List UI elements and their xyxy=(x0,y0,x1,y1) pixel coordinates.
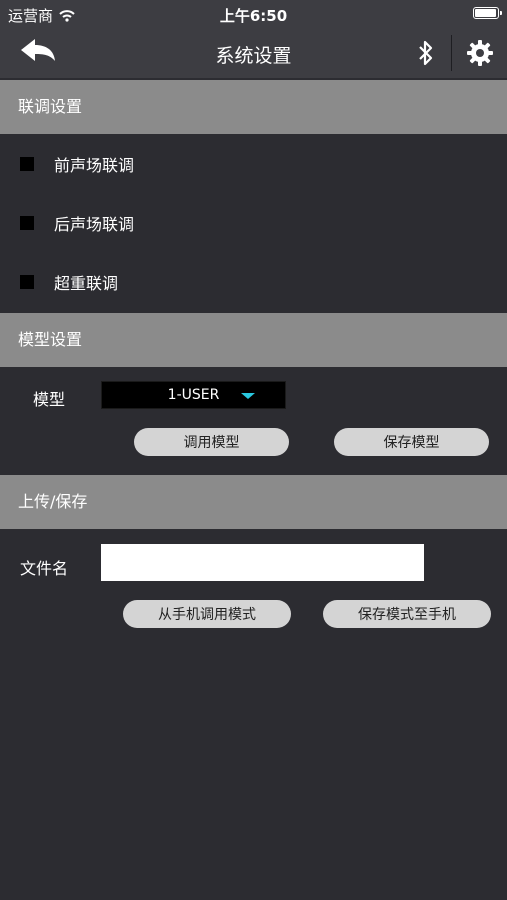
front-sound-field-label: 前声场联调 xyxy=(54,156,135,175)
bluetooth-icon[interactable] xyxy=(414,38,438,68)
model-select-value: 1-USER xyxy=(167,387,220,403)
subwoofer-row[interactable]: 超重联调 xyxy=(20,270,118,294)
filename-input[interactable] xyxy=(101,544,424,581)
model-settings-header: 模型设置 xyxy=(0,313,507,367)
front-sound-field-row[interactable]: 前声场联调 xyxy=(20,152,134,176)
subwoofer-checkbox[interactable] xyxy=(20,275,34,289)
dropdown-arrow-icon xyxy=(241,393,255,399)
load-model-button[interactable]: 调用模型 xyxy=(134,428,289,456)
model-select[interactable]: 1-USER xyxy=(101,381,286,409)
link-settings-header: 联调设置 xyxy=(0,80,507,134)
battery-icon xyxy=(473,7,502,19)
nav-bar: 系统设置 xyxy=(0,28,507,78)
filename-label: 文件名 xyxy=(20,559,69,578)
gear-icon[interactable] xyxy=(466,39,494,67)
front-sound-field-checkbox[interactable] xyxy=(20,157,34,171)
rear-sound-field-checkbox[interactable] xyxy=(20,216,34,230)
status-time: 上午6:50 xyxy=(219,7,288,25)
subwoofer-label: 超重联调 xyxy=(54,274,119,293)
nav-divider xyxy=(451,35,452,71)
save-to-phone-button[interactable]: 保存模式至手机 xyxy=(323,600,491,628)
upload-save-header: 上传/保存 xyxy=(0,475,507,529)
save-model-button[interactable]: 保存模型 xyxy=(334,428,489,456)
battery-fill xyxy=(475,9,496,17)
rear-sound-field-row[interactable]: 后声场联调 xyxy=(20,211,134,235)
load-from-phone-button[interactable]: 从手机调用模式 xyxy=(123,600,291,628)
rear-sound-field-label: 后声场联调 xyxy=(54,215,135,234)
status-bar: 运营商 上午6:50 xyxy=(0,0,507,28)
model-label: 模型 xyxy=(33,390,66,409)
